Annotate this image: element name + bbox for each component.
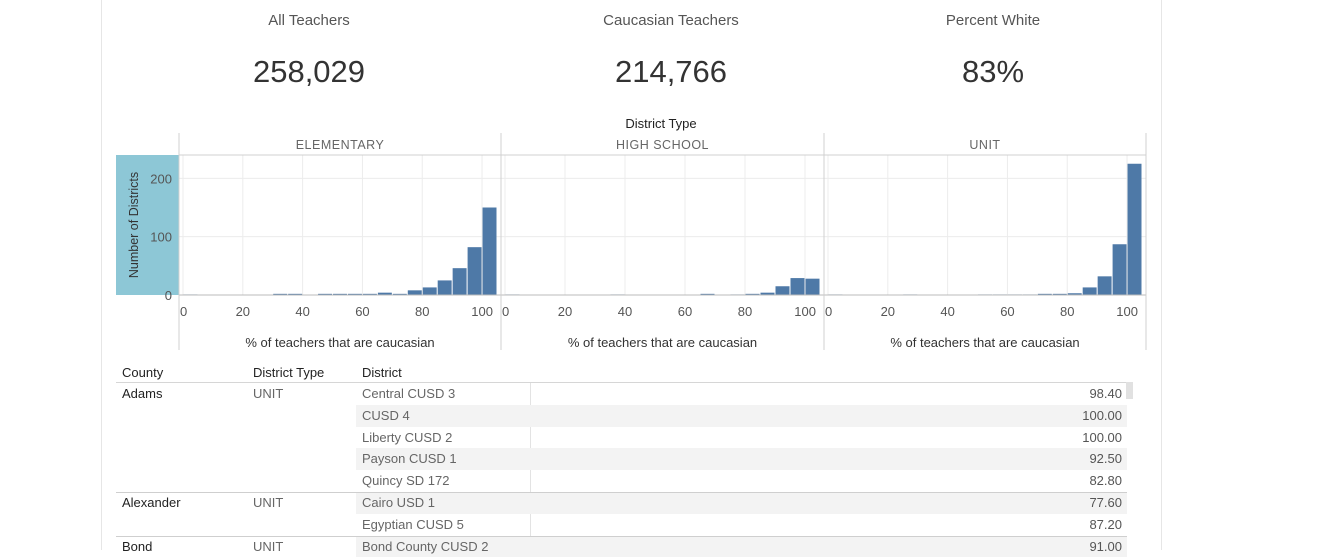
y-tick-label: 0 xyxy=(165,288,172,303)
x-tick-label: 0 xyxy=(825,304,832,319)
cell-county[interactable]: Bond xyxy=(122,539,152,554)
x-tick-label: 20 xyxy=(881,304,895,319)
group-divider xyxy=(116,492,1127,493)
x-tick-label: 80 xyxy=(1060,304,1074,319)
cell-district[interactable]: Egyptian CUSD 5 xyxy=(362,517,464,532)
x-tick-label: 60 xyxy=(355,304,369,319)
cell-value[interactable]: 92.50 xyxy=(1089,451,1122,466)
cell-district[interactable]: Cairo USD 1 xyxy=(362,495,435,510)
x-tick-label: 40 xyxy=(295,304,309,319)
row-band xyxy=(356,448,1127,471)
cell-district-type[interactable]: UNIT xyxy=(253,539,283,554)
table-scrollbar[interactable] xyxy=(1126,382,1133,399)
cell-value[interactable]: 82.80 xyxy=(1089,473,1122,488)
cell-value[interactable]: 100.00 xyxy=(1082,408,1122,423)
x-axis-label: % of teachers that are caucasian xyxy=(890,335,1079,350)
row-band xyxy=(356,404,1127,427)
cell-district[interactable]: Payson CUSD 1 xyxy=(362,451,457,466)
x-tick-label: 100 xyxy=(1116,304,1138,319)
histogram-bar[interactable] xyxy=(1112,244,1127,295)
x-tick-label: 80 xyxy=(738,304,752,319)
histogram-bar[interactable] xyxy=(437,280,452,295)
panel-header: UNIT xyxy=(969,138,1000,152)
x-tick-label: 100 xyxy=(471,304,493,319)
x-tick-label: 60 xyxy=(678,304,692,319)
cell-district-type[interactable]: UNIT xyxy=(253,386,283,401)
histogram-bar[interactable] xyxy=(790,278,805,295)
x-tick-label: 60 xyxy=(1000,304,1014,319)
x-axis-label: % of teachers that are caucasian xyxy=(245,335,434,350)
histogram-bar[interactable] xyxy=(452,268,467,295)
cell-value[interactable]: 100.00 xyxy=(1082,430,1122,445)
x-tick-label: 0 xyxy=(180,304,187,319)
column-header-district[interactable]: District xyxy=(362,365,402,380)
histogram-bar[interactable] xyxy=(775,286,790,295)
row-band xyxy=(356,492,1127,514)
histogram-bar[interactable] xyxy=(1082,287,1097,295)
table-header-divider xyxy=(116,382,1127,383)
cell-county[interactable]: Adams xyxy=(122,386,162,401)
x-tick-label: 40 xyxy=(618,304,632,319)
histogram-bar[interactable] xyxy=(467,247,482,295)
panel-header: ELEMENTARY xyxy=(296,138,385,152)
panel-header: HIGH SCHOOL xyxy=(616,138,709,152)
x-tick-label: 20 xyxy=(558,304,572,319)
x-tick-label: 100 xyxy=(794,304,816,319)
y-axis-label: Number of Districts xyxy=(127,172,141,278)
cell-district-type[interactable]: UNIT xyxy=(253,495,283,510)
cell-value[interactable]: 98.40 xyxy=(1089,386,1122,401)
cell-district[interactable]: Quincy SD 172 xyxy=(362,473,449,488)
cell-value[interactable]: 77.60 xyxy=(1089,495,1122,510)
cell-district[interactable]: Central CUSD 3 xyxy=(362,386,455,401)
histogram-bar[interactable] xyxy=(1097,276,1112,295)
histogram-bar[interactable] xyxy=(407,290,422,295)
cell-district[interactable]: Liberty CUSD 2 xyxy=(362,430,452,445)
x-tick-label: 80 xyxy=(415,304,429,319)
histogram-bar[interactable] xyxy=(422,287,437,295)
group-divider xyxy=(116,535,1127,537)
histogram-chart[interactable]: District TypeNumber of Districts0100200E… xyxy=(0,0,1332,360)
histogram-bar[interactable] xyxy=(805,278,820,295)
cell-district[interactable]: CUSD 4 xyxy=(362,408,410,423)
histogram-bar[interactable] xyxy=(1127,163,1142,295)
cell-county[interactable]: Alexander xyxy=(122,495,181,510)
histogram-bar[interactable] xyxy=(482,207,497,296)
chart-title: District Type xyxy=(625,116,696,131)
x-tick-label: 20 xyxy=(236,304,250,319)
x-tick-label: 40 xyxy=(940,304,954,319)
cell-value[interactable]: 91.00 xyxy=(1089,539,1122,554)
y-tick-label: 100 xyxy=(150,230,172,245)
column-header-district-type[interactable]: District Type xyxy=(253,365,324,380)
cell-value[interactable]: 87.20 xyxy=(1089,517,1122,532)
x-axis-label: % of teachers that are caucasian xyxy=(568,335,757,350)
column-header-county[interactable]: County xyxy=(122,365,163,380)
cell-district[interactable]: Bond County CUSD 2 xyxy=(362,539,488,554)
x-tick-label: 0 xyxy=(502,304,509,319)
y-tick-label: 200 xyxy=(150,171,172,186)
